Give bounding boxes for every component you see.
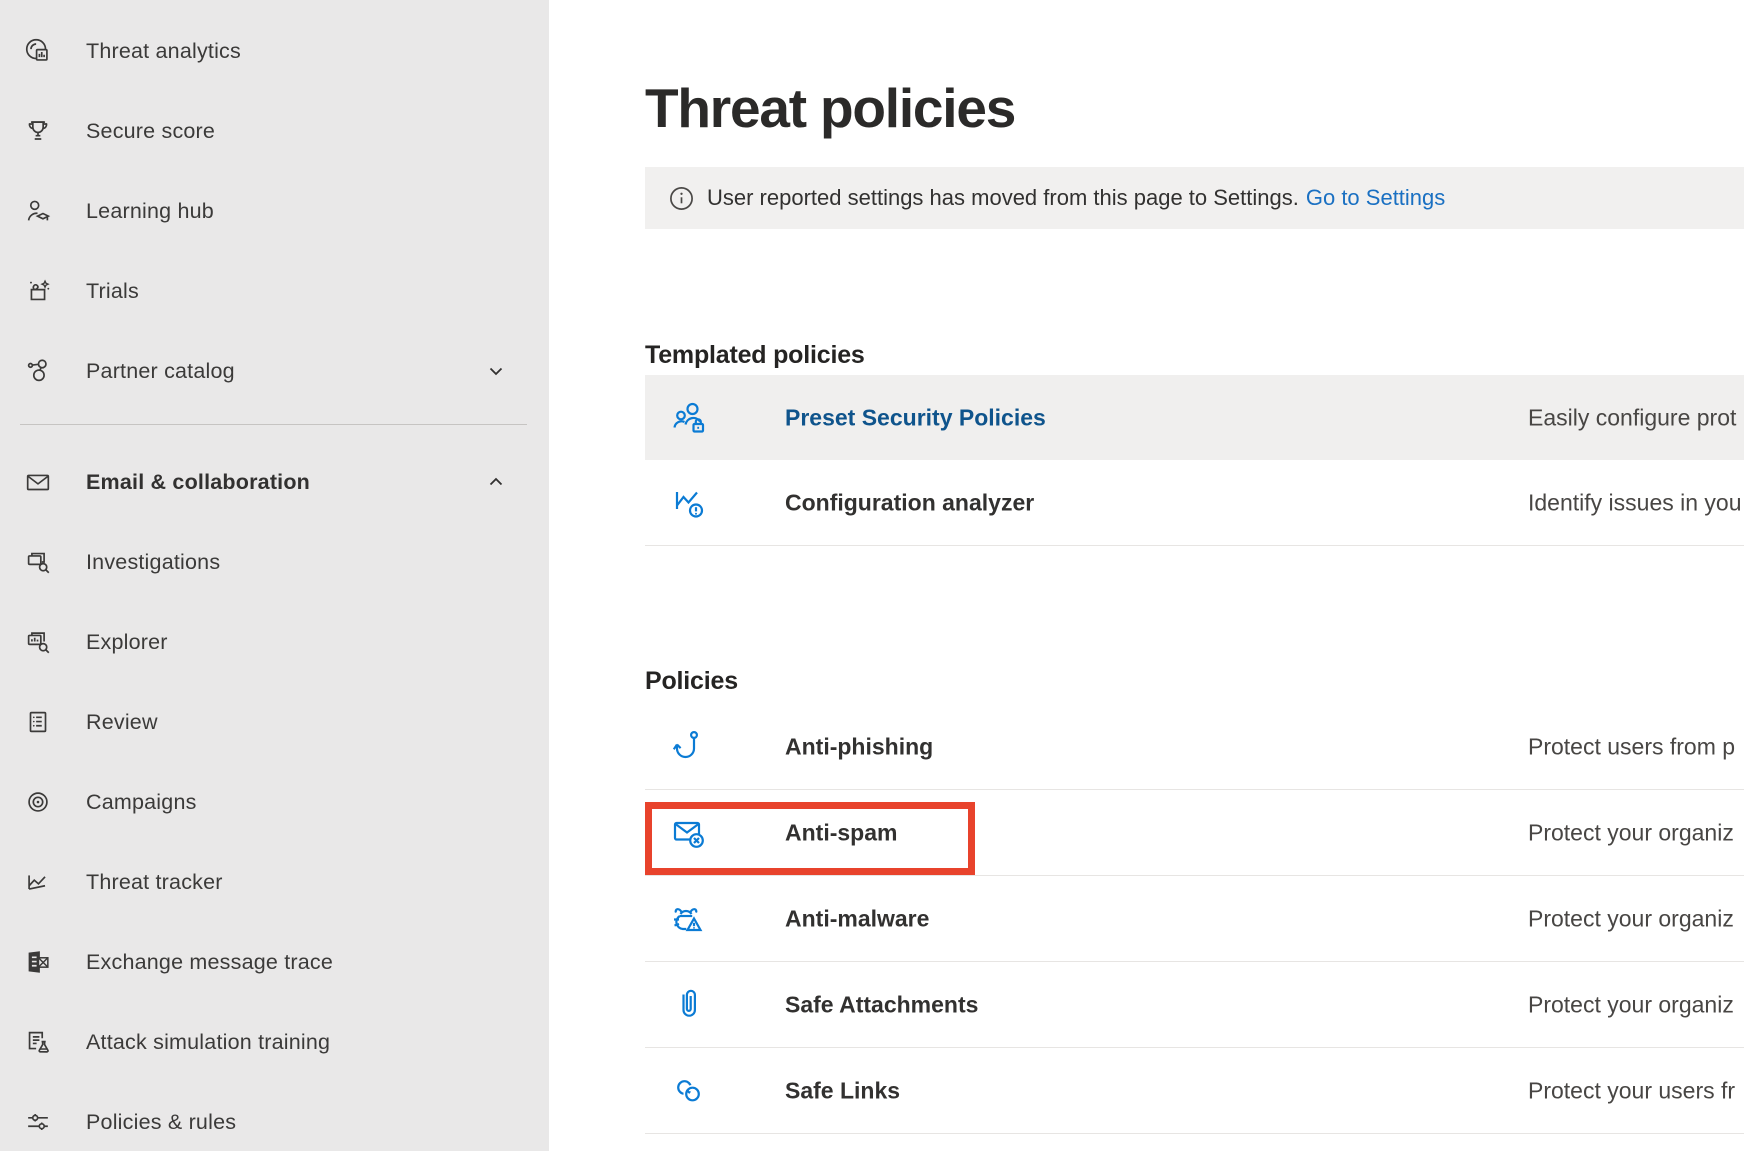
row-configuration-analyzer[interactable]: Configuration analyzer Identify issues i… <box>645 460 1744 546</box>
row-description: Protect users from p <box>1528 733 1735 760</box>
learning-hub-icon <box>23 196 53 226</box>
row-anti-phishing[interactable]: Anti-phishing Protect users from p <box>645 704 1744 790</box>
sidebar-item-policies-rules[interactable]: Policies & rules <box>0 1082 549 1151</box>
sidebar-item-label: Email & collaboration <box>86 470 310 495</box>
exchange-icon <box>23 947 53 977</box>
row-description: Identify issues in you <box>1528 489 1742 516</box>
row-description: Protect your organiz <box>1528 905 1734 932</box>
safe-links-icon <box>669 1071 709 1111</box>
sidebar-item-label: Partner catalog <box>86 359 235 384</box>
sidebar-item-label: Threat tracker <box>86 870 223 895</box>
row-anti-malware[interactable]: Anti-malware Protect your organiz <box>645 876 1744 962</box>
sidebar-item-learning-hub[interactable]: Learning hub <box>0 171 549 251</box>
sidebar-item-label: Campaigns <box>86 790 197 815</box>
threat-tracker-icon <box>23 867 53 897</box>
row-label[interactable]: Preset Security Policies <box>785 404 1046 431</box>
row-label: Safe Links <box>785 1077 900 1104</box>
page-title: Threat policies <box>645 77 1015 139</box>
sidebar-item-label: Investigations <box>86 550 220 575</box>
sidebar-item-threat-tracker[interactable]: Threat tracker <box>0 842 549 922</box>
row-preset-security-policies[interactable]: Preset Security Policies Easily configur… <box>645 375 1744 460</box>
row-safe-attachments[interactable]: Safe Attachments Protect your organiz <box>645 962 1744 1048</box>
sidebar-item-label: Learning hub <box>86 199 214 224</box>
row-safe-links[interactable]: Safe Links Protect your users fr <box>645 1048 1744 1134</box>
sidebar-item-label: Exchange message trace <box>86 950 333 975</box>
partner-catalog-icon <box>23 356 53 386</box>
row-label: Anti-phishing <box>785 733 933 760</box>
row-label: Anti-spam <box>785 819 897 846</box>
section-heading-policies: Policies <box>645 667 738 696</box>
row-description: Protect your users fr <box>1528 1077 1735 1104</box>
configuration-analyzer-icon <box>669 483 709 523</box>
chevron-up-icon[interactable] <box>487 473 505 491</box>
safe-attachments-icon <box>669 985 709 1025</box>
sidebar-item-label: Secure score <box>86 119 215 144</box>
sidebar-item-email-collaboration[interactable]: Email & collaboration <box>0 442 549 522</box>
review-icon <box>23 707 53 737</box>
sidebar: Threat analytics Secure score <box>0 0 549 1151</box>
info-icon <box>669 186 694 211</box>
anti-phishing-icon <box>669 727 709 767</box>
policies-rules-icon <box>23 1107 53 1137</box>
sidebar-item-threat-analytics[interactable]: Threat analytics <box>0 11 549 91</box>
row-description: Protect your organiz <box>1528 991 1734 1018</box>
sidebar-item-label: Trials <box>86 279 139 304</box>
sidebar-item-attack-simulation-training[interactable]: Attack simulation training <box>0 1002 549 1082</box>
sidebar-item-investigations[interactable]: Investigations <box>0 522 549 602</box>
sidebar-item-partner-catalog[interactable]: Partner catalog <box>0 331 549 411</box>
sidebar-item-secure-score[interactable]: Secure score <box>0 91 549 171</box>
secure-score-icon <box>23 116 53 146</box>
row-anti-spam[interactable]: Anti-spam Protect your organiz <box>645 790 1744 876</box>
sidebar-item-label: Threat analytics <box>86 39 241 64</box>
row-label: Anti-malware <box>785 905 929 932</box>
sidebar-item-exchange-message-trace[interactable]: Exchange message trace <box>0 922 549 1002</box>
row-description: Protect your organiz <box>1528 819 1734 846</box>
investigations-icon <box>23 547 53 577</box>
go-to-settings-link[interactable]: Go to Settings <box>1306 185 1445 211</box>
email-icon <box>23 467 53 497</box>
sidebar-item-campaigns[interactable]: Campaigns <box>0 762 549 842</box>
row-description: Easily configure prot <box>1528 404 1736 431</box>
threat-policies-page: Threat analytics Secure score <box>0 0 1744 1151</box>
sidebar-item-label: Policies & rules <box>86 1110 236 1135</box>
attack-simulation-icon <box>23 1027 53 1057</box>
sidebar-item-trials[interactable]: Trials <box>0 251 549 331</box>
campaigns-icon <box>23 787 53 817</box>
info-banner: User reported settings has moved from th… <box>645 167 1744 229</box>
anti-malware-icon <box>669 899 709 939</box>
anti-spam-icon <box>669 813 709 853</box>
trials-icon <box>23 276 53 306</box>
threat-analytics-icon <box>23 36 53 66</box>
explorer-icon <box>23 627 53 657</box>
row-label: Safe Attachments <box>785 991 978 1018</box>
sidebar-item-explorer[interactable]: Explorer <box>0 602 549 682</box>
row-label: Configuration analyzer <box>785 489 1034 516</box>
sidebar-divider <box>20 424 527 425</box>
preset-security-icon <box>669 398 709 438</box>
sidebar-item-label: Explorer <box>86 630 168 655</box>
section-heading-templated-policies: Templated policies <box>645 341 865 370</box>
chevron-down-icon[interactable] <box>487 362 505 380</box>
sidebar-item-label: Attack simulation training <box>86 1030 330 1055</box>
sidebar-item-label: Review <box>86 710 158 735</box>
banner-message: User reported settings has moved from th… <box>707 185 1299 211</box>
sidebar-item-review[interactable]: Review <box>0 682 549 762</box>
